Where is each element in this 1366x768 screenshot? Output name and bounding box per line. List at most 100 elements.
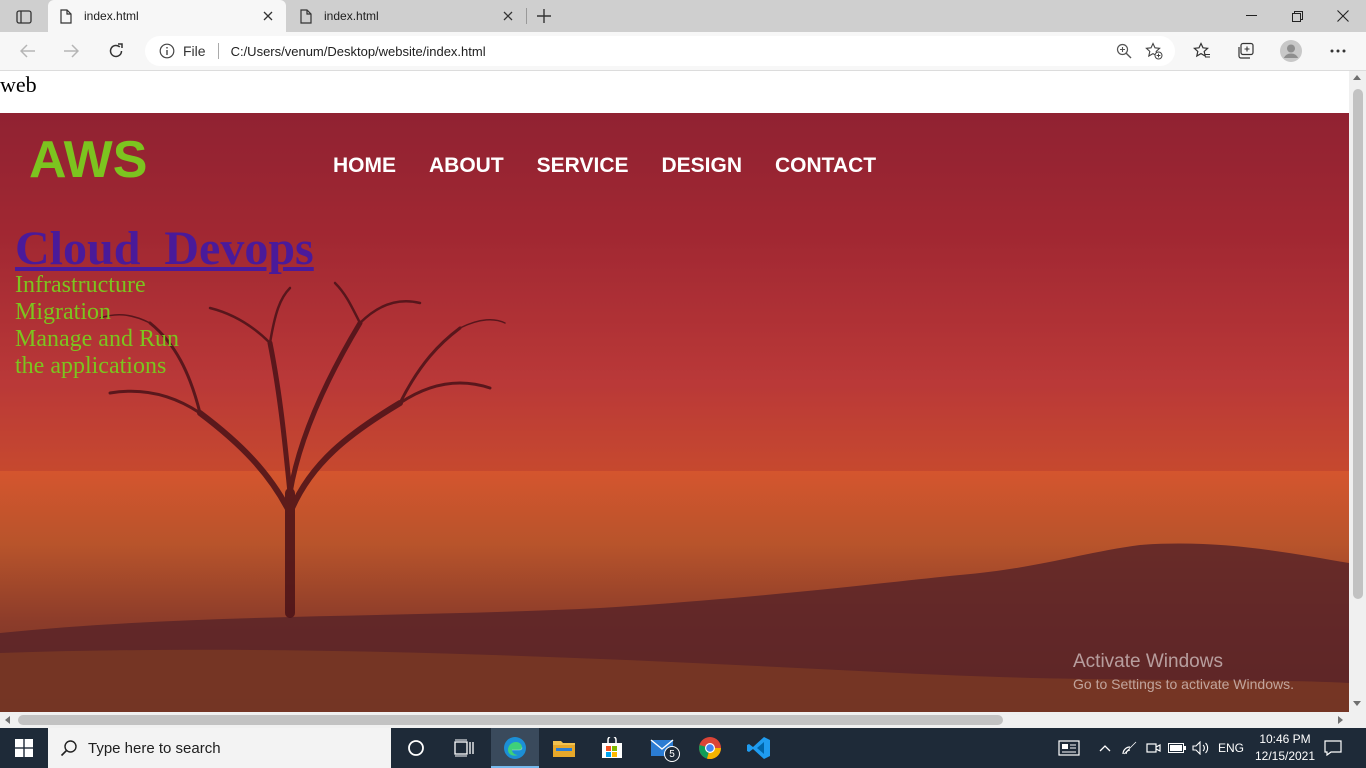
show-hidden-icons-button[interactable] [1096, 728, 1114, 768]
nav-home[interactable]: HOME [333, 153, 396, 179]
nav-service[interactable]: SERVICE [537, 153, 629, 179]
arrow-right-icon [64, 44, 79, 58]
activation-watermark: Activate Windows Go to Settings to activ… [1073, 650, 1294, 694]
cortana-icon [408, 740, 424, 756]
edge-taskbar-button[interactable] [491, 728, 539, 768]
clock-date: 12/15/2021 [1254, 749, 1316, 763]
notifications-button[interactable] [1318, 728, 1348, 768]
url-text[interactable]: C:/Users/venum/Desktop/website/index.htm… [231, 44, 1109, 59]
tab-actions-button[interactable] [8, 6, 40, 28]
minimize-icon [1245, 15, 1257, 16]
news-button[interactable] [1055, 728, 1083, 768]
vscode-button[interactable] [735, 728, 783, 768]
services-list: Infrastructure Migration Manage and Run … [15, 272, 179, 380]
restore-button[interactable] [1274, 0, 1320, 32]
battery-button[interactable] [1166, 728, 1188, 768]
tab-index-inactive[interactable]: index.html [288, 0, 526, 32]
scroll-up-icon[interactable] [1353, 75, 1361, 80]
battery-icon [1168, 743, 1186, 753]
speaker-icon [1192, 741, 1209, 755]
tab-label: index.html [84, 9, 139, 23]
tab-index-active[interactable]: index.html [48, 0, 286, 32]
avatar-icon [1280, 40, 1302, 62]
language-button[interactable]: ENG [1214, 728, 1248, 768]
tab-bar: index.html index.html [0, 0, 1366, 32]
tab-label: index.html [324, 9, 379, 23]
close-window-button[interactable] [1320, 0, 1366, 32]
arrow-left-icon [20, 44, 35, 58]
new-tab-button[interactable] [534, 6, 554, 26]
store-button[interactable] [588, 728, 636, 768]
refresh-icon [109, 43, 123, 58]
nav-contact[interactable]: CONTACT [775, 153, 876, 179]
more-icon [1330, 49, 1346, 53]
refresh-button[interactable] [102, 38, 130, 64]
vertical-scrollbar[interactable] [1349, 71, 1366, 712]
meet-now-button[interactable] [1143, 728, 1163, 768]
clock-time: 10:46 PM [1259, 732, 1311, 746]
page-viewport: web AWS HOME ABOUT SERVICE DESIGN CONTAC… [0, 71, 1349, 712]
brand-logo[interactable]: AWS [29, 131, 147, 189]
chevron-up-icon [1099, 745, 1111, 752]
watermark-subtitle: Go to Settings to activate Windows. [1073, 676, 1294, 692]
collections-button[interactable] [1232, 38, 1260, 64]
scroll-left-icon[interactable] [5, 716, 10, 724]
tab-actions-icon [16, 10, 32, 24]
service-item: the applications [15, 353, 167, 379]
service-item: Migration [15, 299, 111, 325]
taskbar-search[interactable]: Type here to search [48, 728, 391, 768]
scroll-right-icon[interactable] [1338, 716, 1343, 724]
close-icon [1337, 10, 1349, 22]
main-nav: HOME ABOUT SERVICE DESIGN CONTACT [333, 153, 909, 179]
watermark-title: Activate Windows [1073, 651, 1223, 672]
minimize-button[interactable] [1228, 0, 1274, 32]
tab-separator [526, 8, 527, 24]
clock[interactable]: 10:46 PM 12/15/2021 [1250, 731, 1320, 765]
nav-about[interactable]: ABOUT [429, 153, 504, 179]
favorites-button[interactable] [1188, 38, 1216, 64]
notification-icon [1324, 740, 1342, 756]
settings-more-button[interactable] [1324, 38, 1352, 64]
volume-button[interactable] [1190, 728, 1212, 768]
news-icon [1058, 740, 1080, 756]
scroll-down-icon[interactable] [1353, 701, 1361, 706]
network-button[interactable] [1120, 728, 1140, 768]
file-explorer-button[interactable] [540, 728, 588, 768]
vertical-scroll-thumb[interactable] [1353, 89, 1363, 599]
address-bar[interactable]: File C:/Users/venum/Desktop/website/inde… [145, 36, 1175, 66]
search-placeholder: Type here to search [88, 739, 221, 757]
back-button[interactable] [14, 38, 42, 64]
vscode-icon [747, 737, 770, 759]
page-icon [300, 8, 314, 24]
cortana-button[interactable] [392, 728, 440, 768]
horizontal-scrollbar[interactable] [0, 712, 1349, 728]
close-tab-icon[interactable] [498, 6, 518, 26]
camera-icon [1146, 743, 1161, 753]
horizontal-scroll-thumb[interactable] [18, 715, 1003, 725]
taskbar: Type here to search 5 ENG 10:46 PM 12/15… [0, 728, 1366, 768]
hero-banner: AWS HOME ABOUT SERVICE DESIGN CONTACT Cl… [0, 113, 1349, 712]
forward-button[interactable] [57, 38, 85, 64]
headline-link[interactable]: Cloud_Devops [15, 221, 314, 277]
language-label: ENG [1217, 741, 1244, 755]
zoom-icon[interactable] [1109, 39, 1139, 63]
address-divider [217, 43, 219, 59]
wifi-icon [1122, 741, 1137, 755]
profile-button[interactable] [1277, 38, 1305, 64]
plus-icon [537, 9, 551, 23]
favorites-icon [1193, 42, 1210, 58]
chrome-button[interactable] [686, 728, 734, 768]
chrome-icon [699, 737, 721, 760]
close-tab-icon[interactable] [258, 6, 278, 26]
scheme-label: File [183, 43, 206, 59]
task-view-button[interactable] [440, 728, 488, 768]
nav-design[interactable]: DESIGN [662, 153, 743, 179]
folder-icon [553, 741, 575, 757]
edge-icon [504, 737, 526, 759]
add-favorite-icon[interactable] [1139, 39, 1169, 63]
store-icon [602, 737, 622, 758]
mail-button[interactable]: 5 [638, 728, 686, 768]
info-icon[interactable] [159, 43, 175, 59]
page-icon [60, 8, 74, 24]
start-button[interactable] [0, 728, 48, 768]
